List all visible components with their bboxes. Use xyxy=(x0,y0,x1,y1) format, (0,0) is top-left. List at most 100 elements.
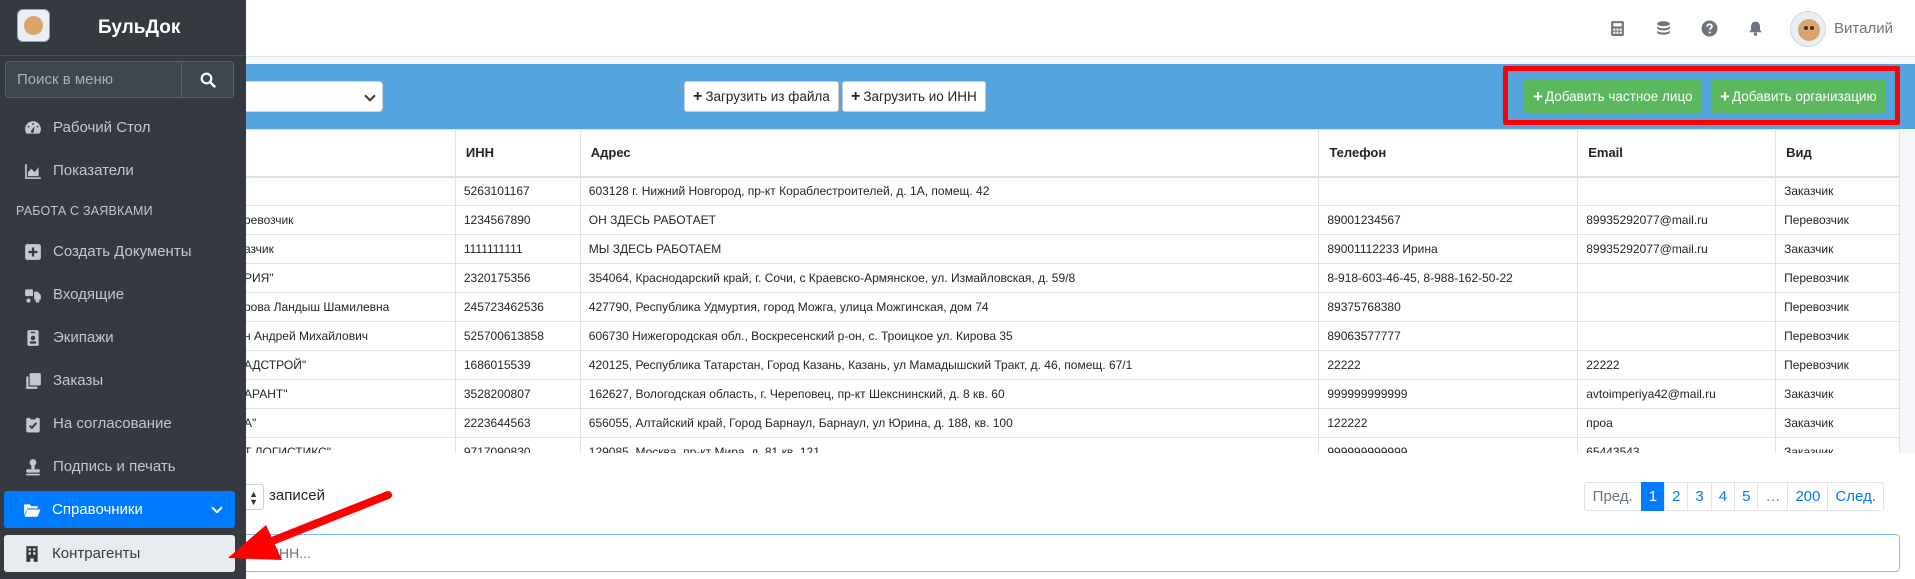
page-button-1[interactable]: 1 xyxy=(1640,482,1666,511)
cell-address: МЫ ЗДЕСЬ РАБОТАЕМ xyxy=(579,234,1320,264)
sidebar-item-contractors[interactable]: Контрагенты xyxy=(4,535,235,572)
table-row[interactable]: РИЯ" 2320175356 354064, Краснодарский край… xyxy=(0,263,1900,293)
user-menu[interactable]: Виталий xyxy=(1778,0,1915,57)
col-header-phone[interactable]: Телефон xyxy=(1318,129,1579,178)
cell-type: Заказчик xyxy=(1775,176,1900,206)
cell-type: Перевозчик xyxy=(1775,350,1900,380)
cell-type: Перевозчик xyxy=(1775,263,1900,293)
table-search-input[interactable]: ию и ИНН... xyxy=(222,534,1900,572)
page-button-200[interactable]: 200 xyxy=(1787,482,1829,511)
cell-phone: 89375768380 xyxy=(1318,292,1579,322)
sort-arrows-icon: ▲ ▼ xyxy=(249,489,258,507)
search-icon xyxy=(200,72,216,88)
calculator-icon[interactable] xyxy=(1594,0,1640,57)
cell-phone: 22222 xyxy=(1318,350,1579,380)
clipboard-check-icon xyxy=(23,414,43,434)
cell-phone: 122222 xyxy=(1318,408,1579,438)
sidebar-search-button[interactable] xyxy=(182,61,234,98)
col-header-address[interactable]: Адрес xyxy=(579,129,1320,178)
cell-inn: 3528200807 xyxy=(454,379,581,409)
table-row[interactable]: АРАНТ" 3528200807 162627, Вологодская обла… xyxy=(0,379,1900,409)
sidebar-item-label: Входящие xyxy=(53,286,125,303)
user-name: Виталий xyxy=(1834,20,1893,37)
cell-email xyxy=(1577,292,1777,322)
cell-email: avtoimperiya42@mail.ru xyxy=(1577,379,1777,409)
sidebar-item-incoming[interactable]: Входящие xyxy=(5,276,235,313)
page-button-5[interactable]: 5 xyxy=(1734,482,1759,511)
upload-by-inn-button[interactable]: + Загрузить ио ИНН xyxy=(842,81,986,112)
cell-inn: 5263101167 xyxy=(454,176,581,206)
dashboard-icon xyxy=(23,118,43,138)
sidebar-item-label: На согласование xyxy=(53,415,172,432)
table-row[interactable]: А" 2223644563 656055, Алтайский край, Горо… xyxy=(0,408,1900,438)
coins-icon[interactable] xyxy=(1640,0,1686,57)
sidebar-item-dashboard[interactable]: Рабочий Стол xyxy=(5,109,235,146)
cell-email xyxy=(1577,263,1777,293)
sidebar-item-label: Справочники xyxy=(52,501,143,518)
cell-address: 162627, Вологодская область, г. Черепове… xyxy=(579,379,1320,409)
cell-inn: 525700613858 xyxy=(454,321,581,351)
cell-address: 420125, Республика Татарстан, Город Каза… xyxy=(579,350,1320,380)
sidebar-item-create-documents[interactable]: Создать Документы xyxy=(5,233,235,270)
col-header-email[interactable]: Email xyxy=(1577,129,1777,178)
contractors-table: ние ИНН Адрес Телефон Email Вид 52631011… xyxy=(0,129,1900,467)
brand-logo xyxy=(17,9,50,42)
sidebar-item-sign-stamp[interactable]: Подпись и печать xyxy=(5,448,235,485)
chevron-down-icon xyxy=(211,502,223,514)
cell-type: Заказчик xyxy=(1775,379,1900,409)
stamp-icon xyxy=(23,457,43,477)
cell-type: Заказчик xyxy=(1775,408,1900,438)
page-button-3[interactable]: 3 xyxy=(1687,482,1712,511)
next-page-button[interactable]: След. xyxy=(1827,482,1884,511)
cell-inn: 1234567890 xyxy=(454,205,581,235)
table-row[interactable]: н Андрей Михайлович 525700613858 606730 Ни… xyxy=(0,321,1900,351)
sidebar-item-approval[interactable]: На согласование xyxy=(5,405,235,442)
page-button-4[interactable]: 4 xyxy=(1710,482,1736,511)
brand[interactable]: БульДок xyxy=(0,0,246,56)
plus-icon: + xyxy=(851,87,861,105)
table-row[interactable]: ревозчик 1234567890 ОН ЗДЕСЬ РАБОТАЕТ 89001… xyxy=(0,205,1900,235)
cell-type: Перевозчик xyxy=(1775,321,1900,351)
sidebar-item-directories[interactable]: Справочники xyxy=(4,491,235,528)
table: ние ИНН Адрес Телефон Email Вид 52631011… xyxy=(0,129,1900,467)
cell-email: 22222 xyxy=(1577,350,1777,380)
sidebar-item-orders[interactable]: Заказы xyxy=(5,362,235,399)
filter-select[interactable] xyxy=(230,81,383,112)
folder-open-icon xyxy=(22,500,42,520)
cell-inn: 2223644563 xyxy=(454,408,581,438)
cell-address: 354064, Краснодарский край, г. Сочи, с К… xyxy=(579,263,1320,293)
cell-type: Перевозчик xyxy=(1775,205,1900,235)
col-header-type[interactable]: Вид xyxy=(1775,129,1900,178)
sidebar-item-label: Контрагенты xyxy=(52,545,141,562)
table-row[interactable]: рова Ландыш Шамилевна 245723462536 427790,… xyxy=(0,292,1900,322)
chevron-down-icon xyxy=(364,90,376,102)
cell-phone: 8-918-603-46-45, 8-988-162-50-22 xyxy=(1318,263,1579,293)
prev-page-button[interactable]: Пред. xyxy=(1583,482,1642,511)
brand-title: БульДок xyxy=(98,17,181,38)
cell-email: 89935292077@mail.ru xyxy=(1577,234,1777,264)
upload-from-file-label: Загрузить из файла xyxy=(705,89,830,104)
sidebar-section-header: РАБОТА С ЗАЯВКАМИ xyxy=(16,204,153,218)
upload-by-inn-label: Загрузить ио ИНН xyxy=(863,89,977,104)
truck-loading-icon xyxy=(23,285,43,305)
table-row[interactable]: 5263101167 603128 г. Нижний Новгород, пр-… xyxy=(0,176,1900,206)
cell-email: 89935292077@mail.ru xyxy=(1577,205,1777,235)
col-header-inn[interactable]: ИНН xyxy=(454,129,581,178)
page-button-2[interactable]: 2 xyxy=(1664,482,1689,511)
cell-email: проа xyxy=(1577,408,1777,438)
table-row[interactable]: азчик 1111111111 МЫ ЗДЕСЬ РАБОТАЕМ 89001112… xyxy=(0,234,1900,264)
help-icon[interactable] xyxy=(1686,0,1732,57)
table-row[interactable]: АДСТРОЙ" 1686015539 420125, Республика Тат… xyxy=(0,350,1900,380)
sidebar-item-indicators[interactable]: Показатели xyxy=(5,152,235,189)
bell-icon[interactable] xyxy=(1732,0,1778,57)
page-ellipsis: … xyxy=(1757,482,1789,511)
chart-area-icon xyxy=(23,161,43,181)
building-icon xyxy=(22,544,42,564)
upload-from-file-button[interactable]: + Загрузить из файла xyxy=(684,81,839,112)
sidebar-item-crews[interactable]: Экипажи xyxy=(5,319,235,356)
sidebar-search-input[interactable]: Поиск в меню xyxy=(5,61,182,98)
cell-type: Перевозчик xyxy=(1775,292,1900,322)
sidebar-search: Поиск в меню xyxy=(5,61,234,98)
cell-phone: 999999999999 xyxy=(1318,379,1579,409)
copy-icon xyxy=(23,371,43,391)
